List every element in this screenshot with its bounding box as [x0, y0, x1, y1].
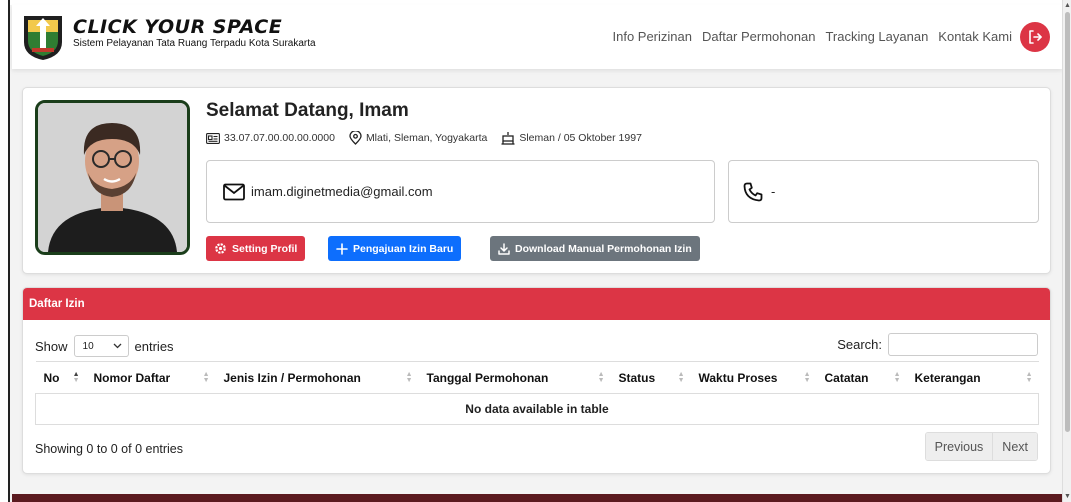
brand-subtitle: Sistem Pelayanan Tata Ruang Terpadu Kota… — [73, 38, 316, 49]
logout-button[interactable] — [1020, 22, 1050, 52]
birthday-cake-icon — [501, 132, 515, 145]
permit-list-card: Daftar Izin Show 10 entries Search: No ▲ ▼… — [22, 287, 1051, 474]
envelope-icon — [223, 183, 245, 200]
entries-length-value: 10 — [82, 340, 94, 352]
id-number: 33.07.07.00.00.00.0000 — [224, 132, 335, 144]
email-box: imam.diginetmedia@gmail.com — [206, 160, 715, 223]
column-header[interactable]: Status ▲ ▼ — [610, 361, 691, 394]
search-label: Search: — [837, 337, 882, 352]
permit-table: No ▲ ▼ Nomor Daftar ▲ ▼ Jenis Izin / Permoho… — [35, 361, 1039, 425]
download-manual-button[interactable]: Download Manual Permohonan Izin — [490, 236, 700, 261]
sort-icon: ▲ ▼ — [597, 371, 605, 384]
sort-icon: ▲ ▼ — [405, 371, 413, 384]
entries-length-select[interactable]: 10 — [73, 335, 129, 357]
table-row: No data available in table — [35, 393, 1039, 425]
profile-photo — [35, 100, 190, 255]
scrollbar[interactable]: ▲ ▼ — [1062, 0, 1071, 502]
show-label: Show — [35, 338, 68, 354]
birth-info: Sleman / 05 Oktober 1997 — [519, 132, 642, 144]
download-manual-label: Download Manual Permohonan Izin — [515, 242, 692, 255]
phone-box: - — [728, 160, 1039, 223]
location-pin-icon — [349, 131, 362, 145]
gear-icon — [215, 243, 226, 254]
sort-icon: ▲ ▼ — [202, 371, 210, 384]
welcome-heading: Selamat Datang, Imam — [206, 100, 409, 121]
column-header[interactable]: Catatan ▲ ▼ — [816, 361, 907, 394]
sort-icon: ▲ ▼ — [893, 371, 901, 384]
sort-icon: ▲ ▼ — [677, 371, 685, 384]
sort-icon: ▲ ▼ — [803, 371, 811, 384]
nav-info-perizinan[interactable]: Info Perizinan — [612, 29, 692, 44]
new-request-label: Pengajuan Izin Baru — [353, 242, 454, 255]
profile-meta: 33.07.07.00.00.00.0000 Mlati, Sleman, Yo… — [206, 131, 642, 145]
chevron-down-icon — [113, 343, 121, 349]
column-header[interactable]: No ▲ ▼ — [35, 361, 86, 394]
nav-links: Info Perizinan Daftar Permohonan Trackin… — [612, 29, 1012, 44]
plus-icon — [336, 242, 348, 255]
empty-table-message: No data available in table — [35, 393, 1039, 425]
download-icon — [498, 242, 510, 255]
scroll-down-icon[interactable]: ▼ — [1064, 493, 1071, 500]
email-value: imam.diginetmedia@gmail.com — [251, 184, 433, 199]
entries-label: entries — [134, 338, 174, 354]
id-card-icon — [206, 132, 220, 144]
setting-profile-button[interactable]: Setting Profil — [206, 236, 306, 261]
brand[interactable]: CLICK YOUR SPACE Sistem Pelayanan Tata R… — [73, 17, 316, 49]
avatar — [38, 103, 187, 252]
surakarta-logo-icon — [24, 16, 62, 60]
pagination: Previous Next — [924, 432, 1038, 461]
next-page-button[interactable]: Next — [992, 433, 1037, 460]
column-header[interactable]: Keterangan ▲ ▼ — [906, 361, 1039, 394]
nav-tracking-layanan[interactable]: Tracking Layanan — [825, 29, 928, 44]
previous-page-button[interactable]: Previous — [925, 433, 993, 460]
nav-kontak-kami[interactable]: Kontak Kami — [938, 29, 1012, 44]
logout-icon — [1029, 30, 1042, 44]
address: Mlati, Sleman, Yogyakarta — [365, 132, 488, 144]
table-info: Showing 0 to 0 of 0 entries — [35, 442, 184, 456]
column-header[interactable]: Tanggal Permohonan ▲ ▼ — [418, 361, 611, 394]
setting-profile-label: Setting Profil — [232, 242, 298, 255]
new-request-button[interactable]: Pengajuan Izin Baru — [328, 236, 462, 261]
show-entries: Show 10 entries — [35, 335, 174, 357]
phone-icon — [743, 182, 763, 201]
search-input[interactable] — [888, 333, 1038, 356]
nav-daftar-permohonan[interactable]: Daftar Permohonan — [702, 29, 815, 44]
column-header[interactable]: Nomor Daftar ▲ ▼ — [85, 361, 216, 394]
scroll-up-icon[interactable]: ▲ — [1064, 2, 1071, 9]
sort-icon: ▲ ▼ — [72, 371, 80, 384]
column-header[interactable]: Jenis Izin / Permohonan ▲ ▼ — [215, 361, 419, 394]
navbar: CLICK YOUR SPACE Sistem Pelayanan Tata R… — [12, 5, 1062, 69]
footer-strip — [12, 494, 1062, 502]
list-header: Daftar Izin — [23, 288, 1050, 320]
brand-title: CLICK YOUR SPACE — [73, 16, 283, 38]
phone-value: - — [771, 184, 776, 199]
profile-card: Selamat Datang, Imam 33.07.07.00.00.00.0… — [22, 87, 1051, 274]
scroll-thumb[interactable] — [1065, 12, 1070, 432]
window-left-edge — [0, 0, 10, 502]
column-header[interactable]: Waktu Proses ▲ ▼ — [690, 361, 817, 394]
sort-icon: ▲ ▼ — [1025, 371, 1033, 384]
table-search: Search: — [837, 333, 1038, 356]
table-header-row: No ▲ ▼ Nomor Daftar ▲ ▼ Jenis Izin / Permoho… — [35, 361, 1039, 394]
